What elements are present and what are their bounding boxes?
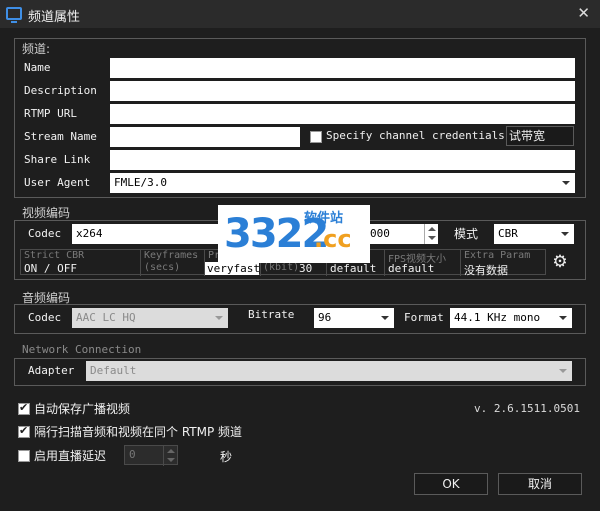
mode-label: 模式 [454, 227, 479, 241]
stream-delay-unit: 秒 [220, 450, 233, 464]
extra-param-cell[interactable]: Extra Param 没有数据 [461, 250, 546, 277]
strict-cbr-header: Strict CBR [24, 250, 85, 261]
audio-format-value: 44.1 KHz mono [454, 311, 541, 324]
ok-button[interactable]: OK [414, 473, 488, 495]
chevron-down-icon [559, 369, 567, 373]
specify-credentials-label: Specify channel credentials [326, 129, 505, 142]
watermark-text: 软件站 [304, 211, 344, 226]
video-size-cell[interactable]: FPS视频大小 default [385, 250, 461, 276]
window-title: 频道属性 [28, 10, 81, 25]
stream-name-input[interactable] [110, 127, 300, 147]
speed-test-button[interactable]: 试带宽 [506, 126, 574, 146]
chevron-down-icon [215, 316, 223, 320]
adapter-label: Adapter [28, 364, 75, 377]
description-label: Description [24, 84, 97, 97]
mode-select[interactable]: CBR [494, 224, 574, 244]
audio-codec-value: AAC LC HQ [76, 311, 136, 324]
rtmp-url-input[interactable] [110, 104, 575, 124]
network-section-label: Network Connection [22, 343, 142, 356]
watermark-tld: .cc [314, 225, 352, 253]
stream-name-label: Stream Name [24, 130, 97, 143]
watermark-logo: 3322 软件站 .cc [218, 205, 370, 263]
video-codec-input[interactable]: x264 [72, 224, 222, 244]
share-link-label: Share Link [24, 153, 91, 166]
auto-save-checkbox[interactable] [18, 401, 30, 415]
stepper-up-icon[interactable] [167, 449, 175, 453]
cancel-button[interactable]: 取消 [498, 473, 582, 495]
chevron-down-icon [561, 232, 569, 236]
stepper-down-icon[interactable] [428, 236, 436, 240]
keyframes-cell[interactable]: Keyframes (secs) [141, 250, 205, 276]
share-link-input[interactable] [110, 150, 575, 170]
name-input[interactable] [110, 58, 575, 78]
audio-codec-select[interactable]: AAC LC HQ [72, 308, 228, 328]
user-agent-select[interactable]: FMLE/3.0 [110, 173, 575, 193]
close-button[interactable]: ✕ [577, 4, 590, 22]
preset-value[interactable]: veryfast [205, 262, 260, 275]
extra-param-header: Extra Param [464, 250, 531, 261]
stepper-buttons[interactable] [424, 224, 438, 244]
version-text: v. 2.6.1511.0501 [474, 402, 580, 415]
keyframes-header: Keyframes [144, 250, 199, 261]
window-icon [6, 7, 22, 23]
video-bitrate-stepper[interactable]: 000 [366, 224, 438, 244]
audio-bitrate-label: Bitrate [248, 308, 295, 321]
video-bitrate-value: 000 [370, 227, 390, 240]
user-agent-label: User Agent [24, 176, 91, 189]
keyframes-sub-header: (secs) [144, 262, 181, 273]
stream-delay-checkbox[interactable] [18, 450, 30, 462]
strict-cbr-cell[interactable]: Strict CBR ON / OFF [21, 250, 141, 276]
auto-save-label: 自动保存广播视频 [34, 402, 131, 416]
buffer-header: (kbit) [263, 262, 300, 273]
user-agent-value: FMLE/3.0 [114, 176, 167, 189]
video-size-value: default [388, 262, 435, 275]
description-input[interactable] [110, 81, 575, 101]
video-codec-label: Codec [28, 227, 62, 240]
adapter-value: Default [90, 364, 137, 377]
stepper-down-icon[interactable] [167, 458, 175, 462]
interlace-label: 隔行扫描音频和视频在同个 RTMP 频道 [34, 425, 243, 439]
stream-delay-value: 0 [129, 448, 136, 461]
adapter-select[interactable]: Default [86, 361, 572, 381]
stepper-up-icon[interactable] [428, 227, 436, 231]
gear-icon[interactable]: ⚙ [550, 252, 570, 272]
stream-delay-stepper[interactable]: 0 [124, 445, 178, 466]
audio-bitrate-value: 96 [318, 311, 332, 324]
extra-param-value: 没有数据 [464, 264, 508, 277]
chevron-down-icon [562, 181, 570, 185]
audio-bitrate-select[interactable]: 96 [314, 308, 394, 328]
channel-section-label: 频道: [22, 42, 51, 56]
audio-format-label: Format [404, 311, 444, 324]
stream-delay-label: 启用直播延迟 [34, 449, 107, 463]
audio-codec-label: Codec [28, 311, 62, 324]
fps-value: default [330, 262, 377, 275]
name-label: Name [24, 61, 51, 74]
strict-cbr-value: ON / OFF [24, 262, 77, 275]
buffer-value: 30 [299, 262, 313, 275]
rtmp-url-label: RTMP URL [24, 107, 77, 120]
video-section-label: 视频编码 [22, 206, 71, 220]
specify-credentials-checkbox[interactable] [310, 131, 322, 143]
title-bar: 频道属性 ✕ [0, 0, 600, 28]
chevron-down-icon [381, 316, 389, 320]
interlace-checkbox[interactable] [18, 424, 30, 438]
stepper-buttons[interactable] [163, 446, 177, 466]
audio-format-select[interactable]: 44.1 KHz mono [450, 308, 572, 328]
mode-value: CBR [498, 227, 518, 240]
chevron-down-icon [559, 316, 567, 320]
